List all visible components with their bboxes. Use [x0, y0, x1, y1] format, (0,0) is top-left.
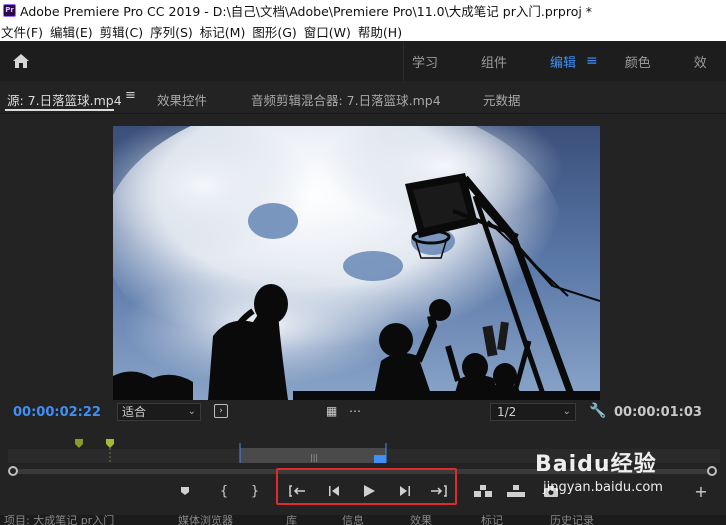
- active-tab-underline: [5, 109, 114, 111]
- tab-effects[interactable]: 效果: [410, 515, 432, 525]
- mark-in-icon: {: [219, 483, 229, 499]
- workspace-tab-color[interactable]: 颜色: [625, 52, 651, 71]
- chevron-down-icon: ⌄: [187, 406, 196, 417]
- premiere-app-icon: Pr: [3, 4, 16, 17]
- panel-tabs: 源: 7.日落篮球.mp4 ≡ 效果控件 音频剪辑混合器: 7.日落篮球.mp4…: [0, 82, 726, 114]
- video-area: [0, 115, 726, 403]
- menu-help[interactable]: 帮助(H): [358, 22, 409, 41]
- bottom-panel-tabs: 项目: 大成笔记 pr入门 媒体浏览器 库 信息 效果 标记 历史记录: [0, 515, 726, 525]
- mark-in-button[interactable]: {: [213, 480, 235, 502]
- fit-select-value: 适合: [122, 405, 147, 419]
- tab-info[interactable]: 信息: [342, 515, 364, 525]
- video-frame[interactable]: [113, 126, 600, 400]
- tab-media-browser[interactable]: 媒体浏览器: [178, 515, 233, 525]
- workspace-tab-effects[interactable]: 效: [694, 52, 707, 71]
- title-bar: Pr Adobe Premiere Pro CC 2019 - D:\自己\文档…: [0, 0, 726, 21]
- tab-libraries[interactable]: 库: [286, 515, 297, 525]
- resolution-value: 1/2: [497, 405, 517, 419]
- home-icon: [13, 54, 29, 68]
- workspace-tab-learn[interactable]: 学习: [412, 52, 438, 71]
- basketball-video-image: [113, 126, 600, 400]
- window-title: Adobe Premiere Pro CC 2019 - D:\自己\文档\Ad…: [20, 4, 593, 19]
- duration-timecode: 00:00:01:03: [614, 405, 702, 420]
- marker-icon: [181, 487, 189, 495]
- highlight-box: [276, 468, 457, 505]
- insert-icon: [474, 485, 492, 497]
- menu-file[interactable]: 文件(F): [0, 22, 50, 41]
- insert-button[interactable]: [472, 480, 494, 502]
- zoom-handle-left[interactable]: [8, 466, 18, 476]
- mark-out-button[interactable]: }: [244, 480, 266, 502]
- tab-audio-clip-mixer[interactable]: 音频剪辑混合器: 7.日落篮球.mp4: [251, 90, 441, 109]
- workspace-menu-icon[interactable]: ≡: [586, 53, 598, 69]
- menu-clip[interactable]: 剪辑(C): [100, 22, 150, 41]
- menu-edit[interactable]: 编辑(E): [50, 22, 100, 41]
- wrench-icon[interactable]: 🔧: [589, 403, 606, 419]
- workspace-tabs: 学习 组件 编辑 ≡ 颜色 效: [412, 41, 726, 81]
- tab-menu-icon[interactable]: ≡: [125, 88, 136, 103]
- tab-project[interactable]: 项目: 大成笔记 pr入门: [4, 515, 114, 525]
- drag-video-only-icon[interactable]: ▦: [326, 404, 337, 418]
- overwrite-icon: [507, 485, 525, 497]
- home-button[interactable]: [0, 41, 42, 81]
- add-marker-button[interactable]: [174, 480, 196, 502]
- svg-text:|||: |||: [310, 453, 318, 462]
- resolution-select[interactable]: 1/2 ⌄: [490, 403, 576, 421]
- mark-out-icon: }: [250, 483, 260, 499]
- baidu-watermark: Baidu经验 jingyan.baidu.com: [535, 446, 725, 516]
- workspace-tab-editing[interactable]: 编辑: [550, 52, 576, 71]
- fit-select[interactable]: 适合 ⌄: [117, 403, 201, 421]
- watermark-url: jingyan.baidu.com: [543, 480, 663, 495]
- menu-bar: 文件(F) 编辑(E) 剪辑(C) 序列(S) 标记(M) 图形(G) 窗口(W…: [0, 21, 726, 41]
- monitor-controls-row: 00:00:02:22 适合 ⌄ › ▦ ⋯ 1/2 ⌄ 🔧 00:00:01:…: [0, 402, 726, 424]
- menu-markers[interactable]: 标记(M): [200, 22, 253, 41]
- settings-toggle-icon[interactable]: ›: [214, 404, 228, 418]
- tab-markers[interactable]: 标记: [481, 515, 503, 525]
- workspace-tab-assembly[interactable]: 组件: [481, 52, 507, 71]
- workspace-bar: 学习 组件 编辑 ≡ 颜色 效: [0, 41, 726, 81]
- tab-source[interactable]: 源: 7.日落篮球.mp4: [7, 90, 122, 109]
- menu-window[interactable]: 窗口(W): [304, 22, 358, 41]
- tab-metadata[interactable]: 元数据: [483, 90, 521, 109]
- chevron-down-icon: ⌄: [562, 406, 571, 417]
- overwrite-button[interactable]: [505, 480, 527, 502]
- menu-graphics[interactable]: 图形(G): [252, 22, 303, 41]
- menu-sequence[interactable]: 序列(S): [150, 22, 200, 41]
- watermark-brand: Baidu经验: [535, 452, 657, 477]
- drag-audio-only-icon[interactable]: ⋯: [349, 404, 361, 418]
- tab-history[interactable]: 历史记录: [550, 515, 594, 525]
- workspace-separator: [403, 41, 404, 81]
- tab-effect-controls[interactable]: 效果控件: [157, 90, 207, 109]
- current-timecode[interactable]: 00:00:02:22: [13, 405, 101, 420]
